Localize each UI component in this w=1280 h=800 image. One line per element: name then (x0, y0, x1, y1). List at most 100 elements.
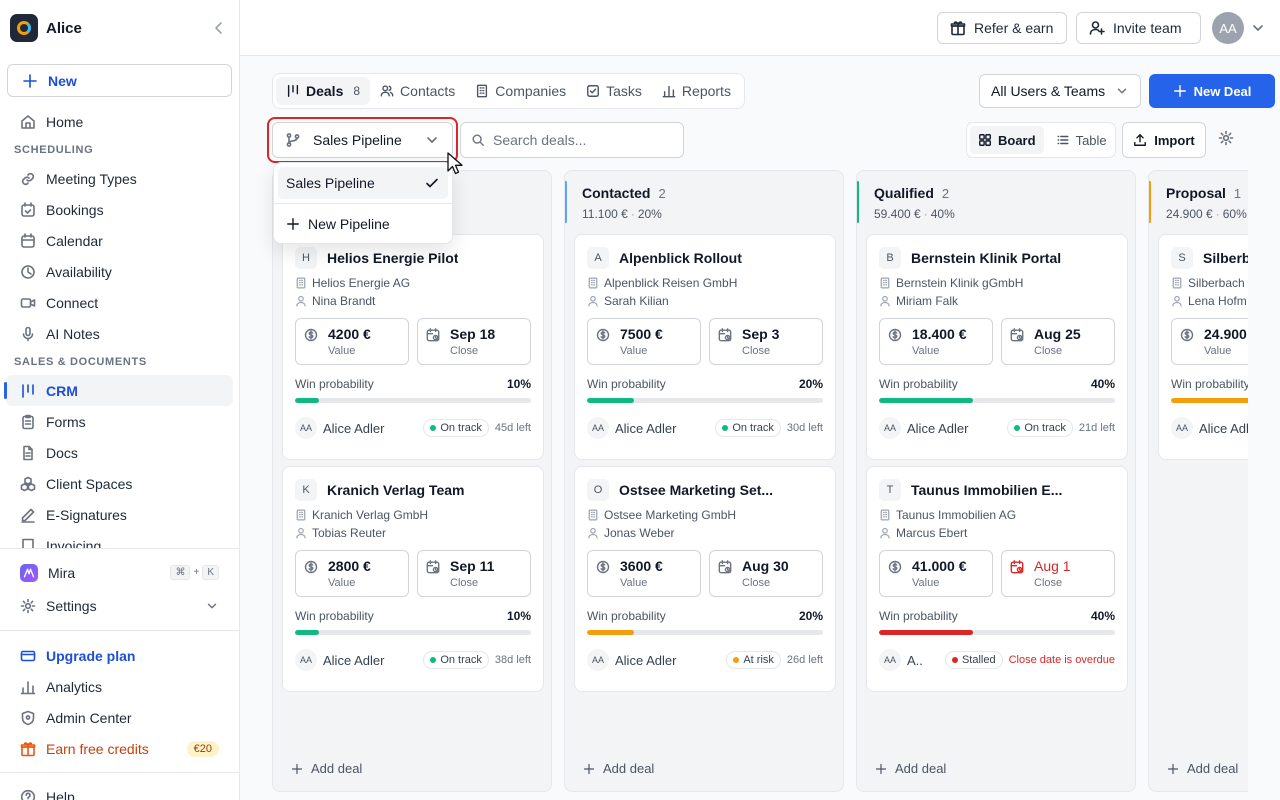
days-left: 45d left (494, 422, 531, 434)
status-dot (951, 657, 958, 663)
sidebar-item-settings[interactable]: Settings (6, 590, 233, 621)
probability-track (587, 630, 823, 635)
sidebar-item-home[interactable]: Home (6, 106, 233, 137)
search-input[interactable] (493, 132, 663, 148)
dollar-icon (888, 560, 902, 574)
building-icon (296, 277, 306, 289)
bar-chart-icon (20, 680, 36, 694)
collapse-sidebar-icon[interactable] (211, 20, 227, 36)
owner-avatar: AA (879, 417, 901, 439)
deal-card[interactable]: K Kranich Verlag Team Kranich Verlag GmbH… (282, 466, 544, 692)
sidebar-item-availability[interactable]: Availability (6, 256, 233, 287)
add-deal-button[interactable]: Add deal (291, 761, 362, 776)
sidebar-item-docs[interactable]: Docs (6, 437, 233, 468)
deal-initial: O (587, 479, 609, 501)
deal-card[interactable]: B Bernstein Klinik Portal Bernstein Klini… (866, 234, 1128, 460)
sidebar-item-meeting-types[interactable]: Meeting Types (6, 163, 233, 194)
column-percent: 60% (1222, 207, 1247, 221)
import-button[interactable]: Import (1122, 122, 1206, 158)
dollar-icon (304, 560, 318, 574)
deal-card[interactable]: H Helios Energie Pilot Helios Energie AG … (282, 234, 544, 460)
plus-icon (1173, 85, 1186, 97)
topbar: Refer & earn Invite team AA (240, 0, 1280, 56)
user-avatar[interactable]: AA (1212, 12, 1244, 44)
refer-earn-button[interactable]: Refer & earn (937, 12, 1067, 44)
sidebar-item-help[interactable]: Help (6, 781, 233, 800)
chevron-down-icon[interactable] (1250, 20, 1266, 36)
building-icon (477, 84, 488, 98)
sidebar-nav: Home SCHEDULING Meeting Types Bookings C… (0, 106, 239, 548)
sidebar-item-ai-notes[interactable]: AI Notes (6, 318, 233, 349)
pipeline-select[interactable]: Sales Pipeline (272, 122, 453, 158)
invite-team-button[interactable]: Invite team (1076, 12, 1201, 44)
status-badge: On track (1007, 419, 1073, 437)
separator-dot: · (630, 207, 635, 221)
table-view-button[interactable]: Table (1048, 126, 1115, 154)
sidebar-item-analytics[interactable]: Analytics (6, 671, 233, 702)
users-teams-select[interactable]: All Users & Teams (979, 74, 1141, 108)
deal-close-date: Sep 11 Close (417, 550, 531, 597)
deal-initial: T (879, 479, 901, 501)
new-pipeline-option[interactable]: New Pipeline (278, 208, 448, 240)
deal-initial: A (587, 247, 609, 269)
workspace-name: Alice (46, 19, 82, 37)
board-view-button[interactable]: Board (970, 126, 1044, 154)
deal-initial: K (295, 479, 317, 501)
list-icon (1057, 135, 1069, 145)
add-deal-button[interactable]: Add deal (1167, 761, 1238, 776)
new-button[interactable]: New (7, 64, 232, 97)
status-dot (430, 425, 437, 431)
deal-card[interactable]: O Ostsee Marketing Set... Ostsee Marketin… (574, 466, 836, 692)
sidebar-item-forms[interactable]: Forms (6, 406, 233, 437)
sidebar-item-client-spaces[interactable]: Client Spaces (6, 468, 233, 499)
link-icon (21, 172, 35, 185)
tab-companies[interactable]: Companies (465, 77, 576, 105)
pipeline-option[interactable]: Sales Pipeline (278, 167, 448, 199)
sidebar-item-earn-credits[interactable]: Earn free credits €20 (6, 733, 233, 764)
add-deal-button[interactable]: Add deal (875, 761, 946, 776)
calendar-clock-icon (718, 560, 732, 574)
dollar-icon (304, 328, 318, 342)
kanban-icon (287, 85, 299, 97)
calendar-clock-icon (426, 328, 440, 342)
sidebar-item-bookings[interactable]: Bookings (6, 194, 233, 225)
win-probability: Win probability 10% (295, 609, 531, 623)
add-deal-button[interactable]: Add deal (583, 761, 654, 776)
tab-contacts[interactable]: Contacts (370, 77, 465, 105)
board-settings-icon[interactable] (1218, 130, 1234, 146)
new-deal-button[interactable]: New Deal (1149, 74, 1275, 108)
sidebar-item-upgrade-plan[interactable]: Upgrade plan (6, 640, 233, 671)
owner-avatar: AA (879, 649, 901, 671)
win-probability: Win probability 40% (879, 609, 1115, 623)
user-icon (588, 295, 598, 307)
owner-name: Alice Adler (615, 420, 677, 436)
tab-tasks[interactable]: Tasks (576, 77, 652, 105)
dropdown-divider (274, 203, 452, 204)
sidebar-item-e-signatures[interactable]: E-Signatures (6, 499, 233, 530)
deal-card[interactable]: A Alpenblick Rollout Alpenblick Reisen Gm… (574, 234, 836, 460)
deal-close-date: Sep 18 Close (417, 318, 531, 365)
sidebar-divider (0, 772, 239, 773)
plus-icon (291, 763, 303, 774)
sidebar-item-crm[interactable]: CRM (4, 375, 233, 406)
sidebar-item-invoicing[interactable]: Invoicing (6, 530, 233, 548)
deal-card[interactable]: T Taunus Immobilien E... Taunus Immobilie… (866, 466, 1128, 692)
user-icon (880, 295, 890, 307)
deal-card[interactable]: S Silberbach Silberbach Lena Hofm 24.900V… (1158, 234, 1248, 460)
column-title: Proposal (1166, 185, 1226, 201)
sidebar-item-connect[interactable]: Connect (6, 287, 233, 318)
workspace-header[interactable]: Alice (0, 0, 239, 56)
deal-company: Helios Energie AG (295, 276, 531, 290)
deal-value: 3600 € Value (587, 550, 701, 597)
sidebar-item-mira[interactable]: Mira ⌘ + K (6, 557, 233, 588)
sidebar-item-admin-center[interactable]: Admin Center (6, 702, 233, 733)
tab-deals[interactable]: Deals 8 (276, 77, 371, 105)
separator-dot: · (923, 207, 928, 221)
clock-icon (21, 264, 35, 279)
user-icon (880, 527, 890, 539)
deal-contact: Marcus Ebert (879, 526, 1115, 540)
plus-icon (875, 763, 887, 774)
tab-reports[interactable]: Reports (652, 77, 741, 105)
column-percent: 20% (637, 207, 662, 221)
sidebar-item-calendar[interactable]: Calendar (6, 225, 233, 256)
